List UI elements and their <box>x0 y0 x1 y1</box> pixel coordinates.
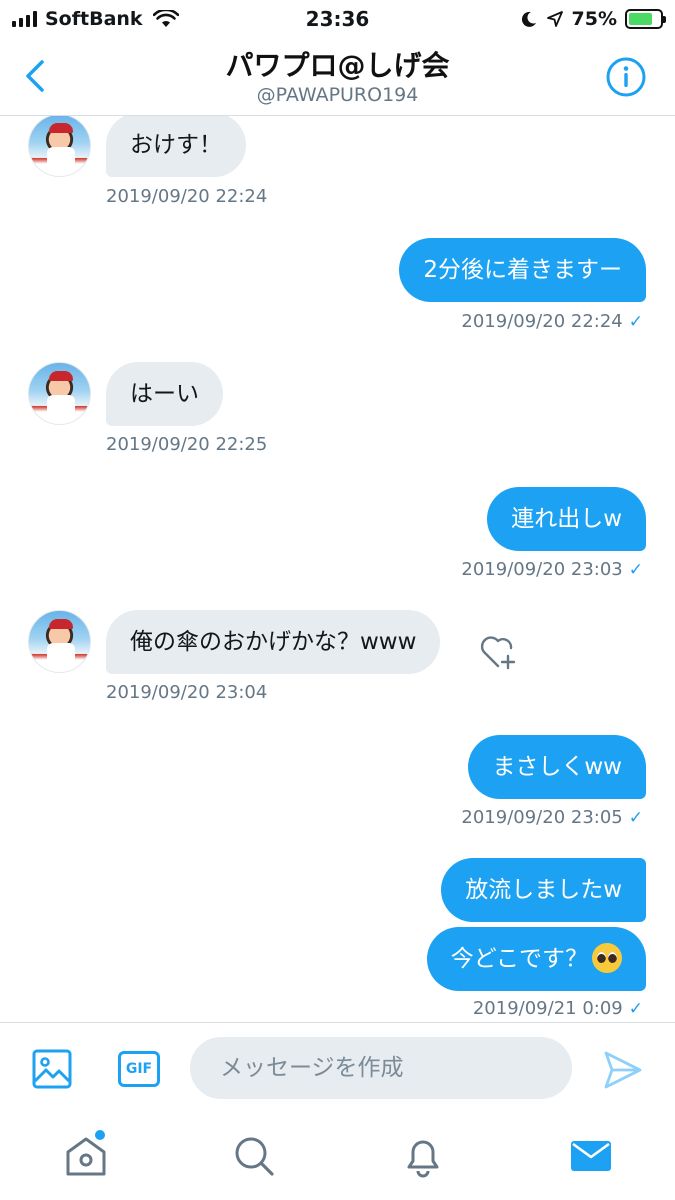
like-message-button[interactable] <box>478 632 518 672</box>
sent-check-icon: ✓ <box>628 560 643 580</box>
message-timestamp: 2019/09/20 23:03 ✓ <box>461 559 643 580</box>
message-timestamp: 2019/09/20 22:24 <box>106 186 268 207</box>
message-timestamp: 2019/09/20 23:04 <box>106 682 268 703</box>
sent-check-icon: ✓ <box>628 999 643 1019</box>
battery-icon <box>625 9 666 29</box>
conversation-handle: @PAWAPURO194 <box>256 84 419 106</box>
message-bubble[interactable]: 連れ出しw <box>487 487 646 551</box>
tab-messages[interactable] <box>569 1134 613 1178</box>
tab-home[interactable] <box>64 1134 108 1178</box>
message-timestamp: 2019/09/20 22:25 <box>106 434 268 455</box>
status-bar: SoftBank 23:36 75% <box>0 0 675 38</box>
message-composer: GIF <box>0 1022 675 1114</box>
tab-search[interactable] <box>232 1134 276 1178</box>
battery-level <box>629 13 652 25</box>
avatar[interactable] <box>28 116 91 177</box>
message-bubble[interactable]: 2分後に着きますー <box>399 238 646 302</box>
timestamp-text: 2019/09/20 22:24 <box>461 311 623 332</box>
timestamp-text: 2019/09/20 23:03 <box>461 559 623 580</box>
message-bubble[interactable]: おけす！ <box>106 116 246 177</box>
message-timestamp: 2019/09/20 22:24 ✓ <box>461 311 643 332</box>
tab-notifications[interactable] <box>401 1134 445 1178</box>
send-button[interactable] <box>602 1049 644 1091</box>
timestamp-text: 2019/09/20 23:05 <box>461 807 623 828</box>
conversation-title: パワプロ@しげ会 <box>225 49 450 82</box>
sent-check-icon: ✓ <box>628 808 643 828</box>
message-bubble[interactable]: まさしくww <box>468 735 646 799</box>
message-bubble[interactable]: はーい <box>106 362 223 426</box>
gif-button[interactable]: GIF <box>118 1051 160 1087</box>
message-input[interactable] <box>190 1037 572 1099</box>
avatar[interactable] <box>28 362 91 425</box>
message-timestamp: 2019/09/20 23:05 ✓ <box>461 807 643 828</box>
message-bubble[interactable]: 俺の傘のおかげかな？www <box>106 610 441 674</box>
message-text: 今どこです？ <box>450 946 588 972</box>
moon-icon <box>521 11 536 27</box>
timestamp-text: 2019/09/21 0:09 <box>472 998 623 1019</box>
message-bubble[interactable]: 今どこです？ <box>426 927 646 991</box>
pleading-face-emoji <box>592 942 622 973</box>
conversation-header: パワプロ@しげ会 @PAWAPURO194 <box>0 38 675 116</box>
message-bubble[interactable]: 放流しましたw <box>441 858 646 922</box>
message-timestamp: 2019/09/21 0:09 ✓ <box>473 998 643 1019</box>
image-button[interactable] <box>32 1049 72 1089</box>
sent-check-icon: ✓ <box>628 312 643 332</box>
info-button[interactable] <box>605 56 647 98</box>
message-list[interactable]: おけす！ 2019/09/20 22:24 2分後に着きますー 2019/09/… <box>0 116 675 1022</box>
battery-percent: 75% <box>571 8 617 30</box>
avatar[interactable] <box>28 610 91 673</box>
tab-bar <box>0 1114 675 1200</box>
location-arrow-icon <box>546 11 563 27</box>
home-badge-dot <box>95 1130 105 1140</box>
